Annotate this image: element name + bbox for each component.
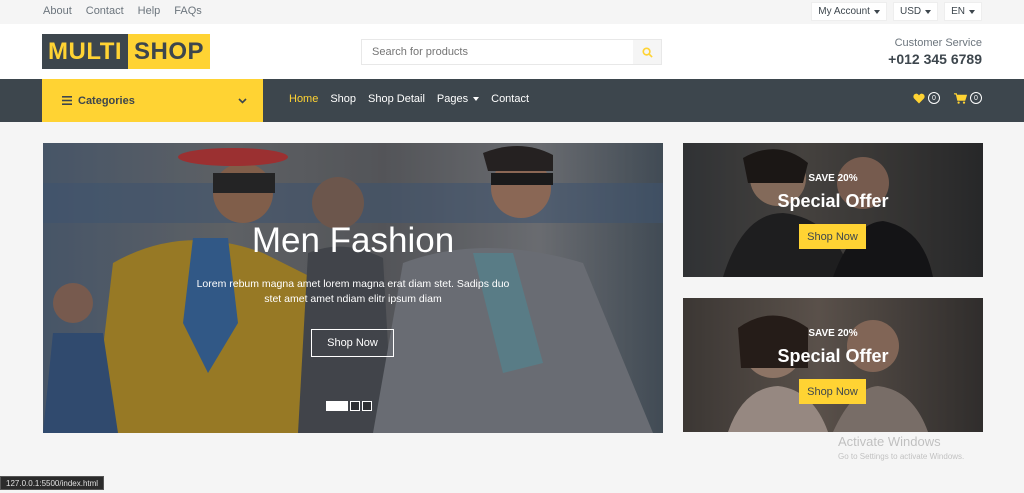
top-bar: About Contact Help FAQs My Account USD E… (0, 0, 1024, 24)
header: MULTI SHOP Customer Service +012 345 678… (0, 24, 1024, 79)
categories-dropdown[interactable]: Categories (42, 79, 263, 122)
customer-service-phone: +012 345 6789 (888, 51, 982, 67)
search-bar (361, 39, 662, 65)
search-icon (641, 46, 653, 58)
heart-icon (913, 93, 925, 103)
hero-text: Lorem rebum magna amet lorem magna erat … (196, 278, 510, 305)
caret-down-icon (969, 9, 975, 14)
nav-icons: 0 0 (913, 92, 982, 104)
watermark-title: Activate Windows (838, 434, 941, 449)
caret-down-icon (473, 97, 480, 101)
search-button[interactable] (633, 40, 661, 64)
top-link-help[interactable]: Help (138, 5, 161, 17)
carousel-indicators (326, 401, 372, 411)
carousel-indicator-2[interactable] (350, 401, 360, 411)
top-link-faqs[interactable]: FAQs (174, 5, 202, 17)
currency-dropdown[interactable]: USD (892, 2, 939, 21)
nav-link-shop-detail[interactable]: Shop Detail (368, 93, 425, 105)
currency-label: USD (899, 6, 922, 17)
search-input[interactable] (362, 40, 633, 64)
offer-title-2: Special Offer (777, 346, 889, 366)
logo-part-2: SHOP (128, 34, 211, 69)
cart-icon (954, 92, 967, 104)
offer-banner-2: SAVE 20% Special Offer Shop Now (683, 298, 983, 432)
offer-save-label-2: SAVE 20% (808, 328, 858, 339)
cart-button[interactable]: 0 (954, 92, 982, 104)
nav-link-shop[interactable]: Shop (330, 93, 356, 105)
windows-activation-watermark: Activate Windows Go to Settings to activ… (838, 434, 964, 461)
chevron-down-icon (238, 97, 247, 104)
hero-carousel: Men Fashion Lorem rebum magna amet lorem… (43, 143, 663, 433)
hero-shop-now-button[interactable]: Shop Now (311, 329, 394, 357)
customer-service: Customer Service +012 345 6789 (888, 37, 982, 67)
wishlist-button[interactable]: 0 (913, 92, 940, 104)
carousel-indicator-1[interactable] (326, 401, 348, 411)
browser-status-url: 127.0.0.1:5500/index.html (0, 476, 105, 490)
logo[interactable]: MULTI SHOP (42, 34, 211, 69)
top-link-about[interactable]: About (43, 5, 72, 17)
nav-link-home[interactable]: Home (289, 93, 318, 105)
nav-link-contact[interactable]: Contact (491, 93, 529, 105)
language-label: EN (951, 6, 965, 17)
menu-icon (62, 96, 72, 105)
offer-banner-1: SAVE 20% Special Offer Shop Now (683, 143, 983, 277)
caret-down-icon (873, 9, 880, 14)
language-dropdown[interactable]: EN (944, 2, 982, 21)
hero-title: Men Fashion (251, 221, 455, 260)
wishlist-count-badge: 0 (928, 92, 940, 104)
top-dropdowns: My Account USD EN (811, 2, 982, 21)
customer-service-label: Customer Service (894, 37, 982, 49)
my-account-label: My Account (818, 6, 870, 17)
offer-shop-now-button-1[interactable]: Shop Now (799, 224, 866, 249)
watermark-subtitle: Go to Settings to activate Windows. (838, 452, 965, 461)
my-account-dropdown[interactable]: My Account (811, 2, 887, 21)
offer-save-label-1: SAVE 20% (808, 173, 858, 184)
logo-part-1: MULTI (42, 34, 129, 69)
caret-down-icon (925, 9, 932, 14)
offer-shop-now-button-2[interactable]: Shop Now (799, 379, 866, 404)
carousel-indicator-3[interactable] (362, 401, 372, 411)
main-nav: Categories Home Shop Shop Detail Pages C… (0, 79, 1024, 122)
nav-link-pages[interactable]: Pages (436, 93, 480, 105)
categories-label: Categories (78, 94, 135, 107)
top-links: About Contact Help FAQs (43, 5, 202, 17)
nav-link-pages-label: Pages (436, 93, 469, 105)
offer-title-1: Special Offer (777, 191, 889, 211)
nav-links: Home Shop Shop Detail Pages Contact (289, 93, 529, 105)
cart-count-badge: 0 (970, 92, 982, 104)
top-link-contact[interactable]: Contact (86, 5, 124, 17)
